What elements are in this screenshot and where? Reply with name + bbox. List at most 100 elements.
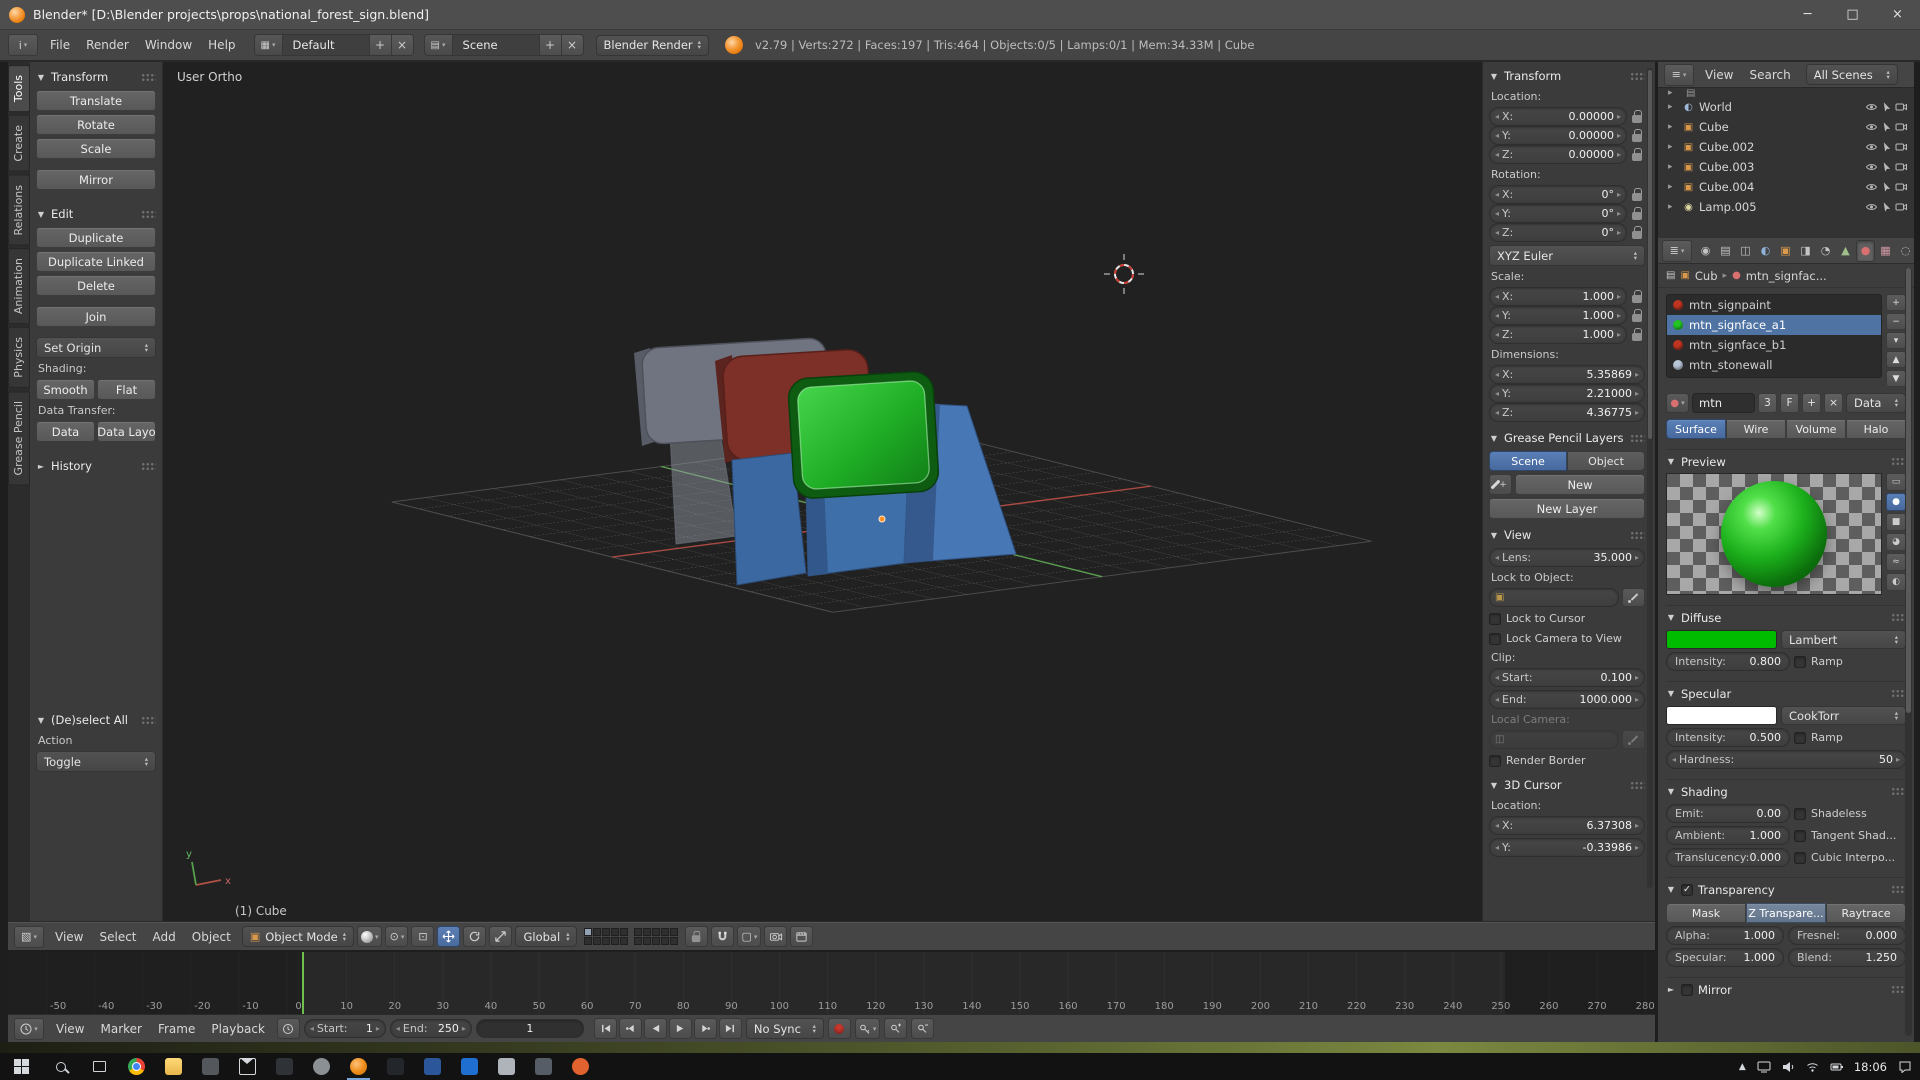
diffuse-shader-select[interactable]: Lambert ▴ ▾ xyxy=(1781,630,1906,649)
taskbar-app-icon[interactable] xyxy=(562,1053,599,1080)
join-button[interactable]: Join xyxy=(36,306,156,327)
cubic-interpolation-checkbox[interactable]: Cubic Interpo... xyxy=(1794,849,1906,866)
rotation-field[interactable]: ◂ X: 0° ▸ xyxy=(1489,185,1627,204)
toolshelf-tab[interactable]: Tools xyxy=(8,65,30,113)
rotation-mode-select[interactable]: XYZ Euler ▴ ▾ xyxy=(1489,245,1645,266)
next-keyframe-button[interactable] xyxy=(693,1018,717,1039)
taskbar-app-icon[interactable] xyxy=(488,1053,525,1080)
cursor-location-field[interactable]: ◂ X: 6.37308 ▸ xyxy=(1489,816,1645,835)
preview-world-button[interactable]: ◐ xyxy=(1886,573,1906,591)
location-field[interactable]: ◂ X: 0.00000 ▸ xyxy=(1489,107,1627,126)
step-down-arrow[interactable]: ◂ xyxy=(1495,311,1499,320)
new-material-button[interactable]: + xyxy=(1802,393,1821,413)
search-button[interactable] xyxy=(42,1053,80,1080)
panel-header-history[interactable]: ► History xyxy=(36,456,156,476)
cursor-location-field[interactable]: ◂ Y: -0.33986 ▸ xyxy=(1489,838,1645,857)
scale-field[interactable]: ◂ X: 1.000 ▸ xyxy=(1489,287,1627,306)
transparency-raytrace-button[interactable]: Raytrace xyxy=(1826,903,1906,923)
menu-item[interactable]: Add xyxy=(145,926,184,948)
expand-arrow-icon[interactable]: ▸ xyxy=(1668,122,1678,132)
add-material-slot-button[interactable]: + xyxy=(1886,294,1906,311)
step-up-arrow[interactable]: ▸ xyxy=(1635,821,1639,830)
screen-layout-name[interactable]: Default xyxy=(283,35,369,55)
properties-tab[interactable] xyxy=(1736,240,1755,262)
panel-header-shading[interactable]: ▼ Shading xyxy=(1666,782,1906,801)
render-engine-select[interactable]: Blender Render ▴ ▾ xyxy=(595,34,709,56)
preview-cube-button[interactable]: ■ xyxy=(1886,513,1906,531)
transform-orientation-select[interactable]: Global ▴ ▾ xyxy=(515,926,578,947)
delete-screen-layout-button[interactable]: × xyxy=(390,35,413,55)
properties-tab[interactable] xyxy=(1796,240,1815,262)
jump-to-end-button[interactable] xyxy=(718,1018,742,1039)
gp-source-object-button[interactable]: Object xyxy=(1567,451,1645,471)
snap-element-dropdown[interactable]: ▢ ▾ xyxy=(737,926,762,947)
breadcrumb-material[interactable]: mtn_signfac... xyxy=(1746,269,1827,283)
material-type-button[interactable]: Halo xyxy=(1846,419,1906,439)
toolshelf-tab[interactable]: Create xyxy=(8,115,30,172)
rotation-field[interactable]: ◂ Y: 0° ▸ xyxy=(1489,204,1627,223)
scale-field[interactable]: ◂ Y: 1.000 ▸ xyxy=(1489,306,1627,325)
manipulator-scale-toggle[interactable] xyxy=(489,926,513,947)
panel-header-preview[interactable]: ▼ Preview xyxy=(1666,452,1906,471)
outliner-display-mode-select[interactable]: All Scenes ▴ ▾ xyxy=(1805,64,1898,85)
local-camera-field[interactable]: ◫ xyxy=(1489,730,1619,749)
preview-flat-button[interactable]: ▭ xyxy=(1886,473,1906,491)
gp-source-scene-button[interactable]: Scene xyxy=(1489,451,1567,471)
properties-scrollbar[interactable] xyxy=(1905,268,1912,1036)
properties-tab[interactable] xyxy=(1896,240,1914,262)
toolshelf-tab[interactable]: Animation xyxy=(8,248,30,325)
outliner-row[interactable]: ▸ Cube.003 xyxy=(1658,157,1914,177)
browse-material-button[interactable]: ● ▾ xyxy=(1666,393,1689,413)
step-up-arrow[interactable]: ▸ xyxy=(1617,209,1621,218)
step-down-arrow[interactable]: ◂ xyxy=(310,1024,314,1033)
window-minimize-button[interactable]: ─ xyxy=(1785,0,1830,30)
rotate-button[interactable]: Rotate xyxy=(36,114,156,135)
mirror-enabled-checkbox[interactable] xyxy=(1681,983,1693,996)
lock-icon[interactable] xyxy=(1630,308,1645,324)
window-close-button[interactable]: × xyxy=(1875,0,1920,30)
lock-icon[interactable] xyxy=(1630,128,1645,144)
selectability-arrow-icon[interactable] xyxy=(1881,121,1892,133)
menu-item[interactable]: Object xyxy=(184,926,239,948)
snap-toggle[interactable] xyxy=(711,926,735,947)
menu-item[interactable]: Playback xyxy=(203,1018,273,1040)
toolshelf-tab[interactable]: Physics xyxy=(8,327,30,388)
renderability-camera-icon[interactable] xyxy=(1895,141,1908,153)
step-up-arrow[interactable]: ▸ xyxy=(1635,553,1639,562)
step-up-arrow[interactable]: ▸ xyxy=(1635,370,1639,379)
menu-item[interactable]: View xyxy=(1697,64,1741,86)
taskbar-app-icon[interactable] xyxy=(229,1053,266,1080)
lock-icon[interactable] xyxy=(1630,109,1645,125)
editor-type-outliner-icon[interactable]: ≡ ▾ xyxy=(1664,63,1694,86)
menu-item[interactable]: Render xyxy=(78,34,137,56)
dimension-field[interactable]: ◂ X: 5.35869 ▸ xyxy=(1489,365,1645,384)
expand-arrow-icon[interactable]: ▸ xyxy=(1668,88,1678,97)
toolshelf-tab[interactable]: Grease Pencil xyxy=(8,390,30,486)
lock-icon[interactable] xyxy=(1630,187,1645,203)
renderability-camera-icon[interactable] xyxy=(1895,201,1908,213)
visibility-eye-icon[interactable] xyxy=(1865,201,1878,213)
material-slot[interactable]: mtn_signpaint xyxy=(1667,295,1881,315)
move-slot-up-button[interactable]: ▲ xyxy=(1886,351,1906,368)
taskbar-app-icon[interactable] xyxy=(118,1053,155,1080)
lock-to-cursor-checkbox[interactable]: Lock to Cursor xyxy=(1489,610,1645,627)
scene-name[interactable]: Scene xyxy=(453,35,539,55)
lock-to-object-field[interactable]: ▣ xyxy=(1489,588,1619,607)
shade-flat-button[interactable]: Flat xyxy=(97,379,156,400)
location-field[interactable]: ◂ Z: 0.00000 ▸ xyxy=(1489,145,1627,164)
preview-monkey-button[interactable]: ◕ xyxy=(1886,533,1906,551)
pivot-align-toggle[interactable]: ⊡ xyxy=(411,926,435,947)
alpha-slider[interactable]: Alpha: 1.000 xyxy=(1666,926,1784,945)
toolshelf-tab[interactable]: Relations xyxy=(8,174,30,246)
duplicate-button[interactable]: Duplicate xyxy=(36,227,156,248)
start-button[interactable] xyxy=(0,1053,42,1080)
gp-new-button[interactable]: New xyxy=(1515,474,1645,495)
cursor-3d[interactable] xyxy=(1104,254,1144,294)
step-down-arrow[interactable]: ◂ xyxy=(1495,370,1499,379)
step-up-arrow[interactable]: ▸ xyxy=(1635,695,1639,704)
taskbar-app-icon[interactable] xyxy=(192,1053,229,1080)
menu-item[interactable]: Window xyxy=(137,34,200,56)
selectability-arrow-icon[interactable] xyxy=(1881,201,1892,213)
set-origin-dropdown[interactable]: Set Origin ▴ ▾ xyxy=(36,337,156,358)
shadeless-checkbox[interactable]: Shadeless xyxy=(1794,805,1906,822)
